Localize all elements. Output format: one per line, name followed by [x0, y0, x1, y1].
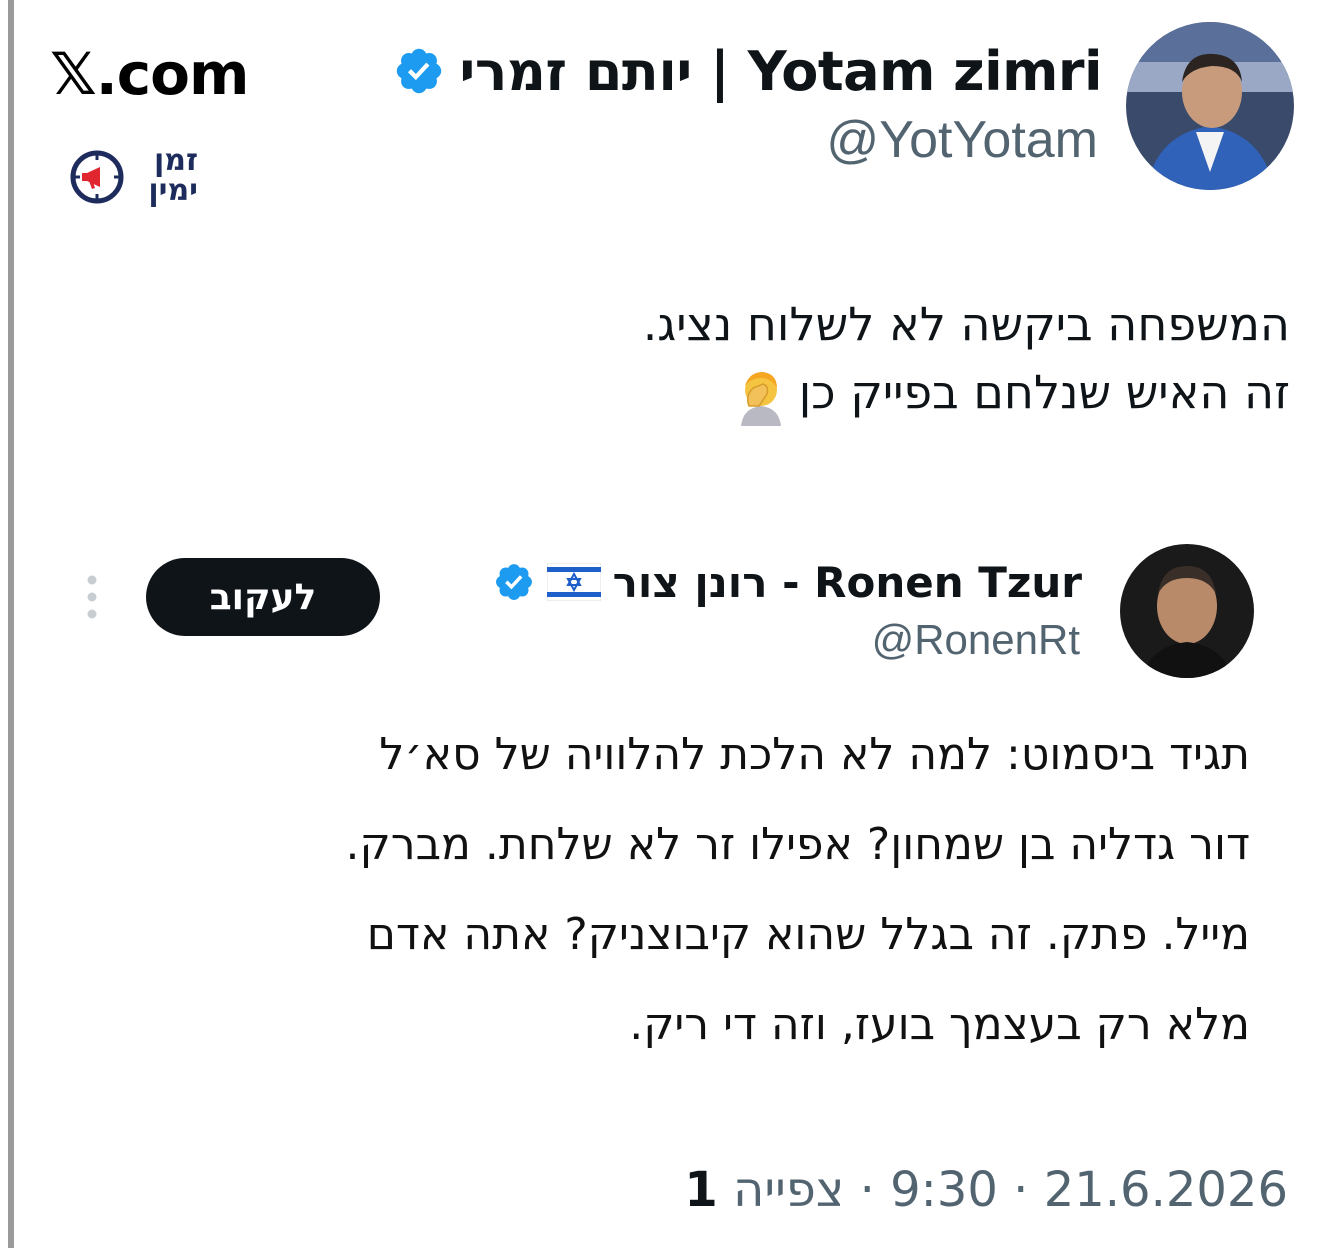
zman-yamin-logo-icon [70, 150, 124, 204]
quoted-line-4: מלא רק בעצמך בועז, וזה די ריק. [629, 999, 1250, 1050]
tweet-line-2: זה האיש שנלחם בפייק כן [290, 358, 1290, 426]
tweet-meta: 21.6.2026 · 9:30 · צפייה 1 [684, 1162, 1288, 1218]
views-count: 1 [684, 1162, 718, 1218]
facepalm-icon [740, 371, 781, 426]
quoted-display-name[interactable]: רונן צור - Ronen Tzur [613, 558, 1082, 607]
quoted-line-2: דור גדליה בן שמחון? אפילו זר לא שלחת. מב… [345, 819, 1250, 870]
author-handle[interactable]: @YotYotam [826, 110, 1098, 170]
left-edge-bar [8, 0, 14, 1248]
x-brand: 𝕏.com [50, 40, 249, 108]
quoted-line-1: תגיד ביסמוט: למה לא הלכת להלוויה של סא׳ל [379, 729, 1250, 780]
tweet-time[interactable]: 9:30 [890, 1162, 998, 1218]
quoted-tweet-text: תגיד ביסמוט: למה לא הלכת להלוויה של סא׳ל… [100, 710, 1250, 1070]
tweet-date[interactable]: 21.6.2026 [1044, 1162, 1288, 1218]
quoted-name-row: רונן צור - Ronen Tzur [493, 552, 1082, 612]
follow-button[interactable]: לעקוב [146, 558, 380, 636]
verified-badge-icon [397, 48, 442, 94]
avatar-photo-icon [1126, 22, 1294, 190]
quoted-avatar-photo-icon [1120, 544, 1254, 678]
quoted-line-3: מייל. פתק. זה בגלל שהוא קיבוצניק? אתה אד… [366, 909, 1250, 960]
quoted-handle[interactable]: @RonenRt [872, 616, 1080, 664]
meta-separator: · [859, 1162, 875, 1218]
author-avatar[interactable] [1126, 22, 1294, 190]
more-options-icon[interactable] [86, 574, 98, 620]
author-display-name[interactable]: יותם זמרי | Yotam zimri [459, 40, 1102, 103]
author-name-row: יותם זמרי | Yotam zimri [393, 36, 1102, 106]
views-label: צפייה [733, 1162, 845, 1218]
meta-separator: · [1013, 1162, 1029, 1218]
tweet-line-1: המשפחה ביקשה לא לשלוח נציג. [642, 297, 1290, 351]
tweet-text: המשפחה ביקשה לא לשלוח נציג. זה האיש שנלח… [290, 290, 1290, 426]
israel-flag-icon [546, 563, 601, 601]
quoted-author-avatar[interactable] [1120, 544, 1254, 678]
quoted-verified-badge-icon [495, 564, 532, 600]
zman-yamin-logo-text: זמן ימין [148, 143, 198, 208]
